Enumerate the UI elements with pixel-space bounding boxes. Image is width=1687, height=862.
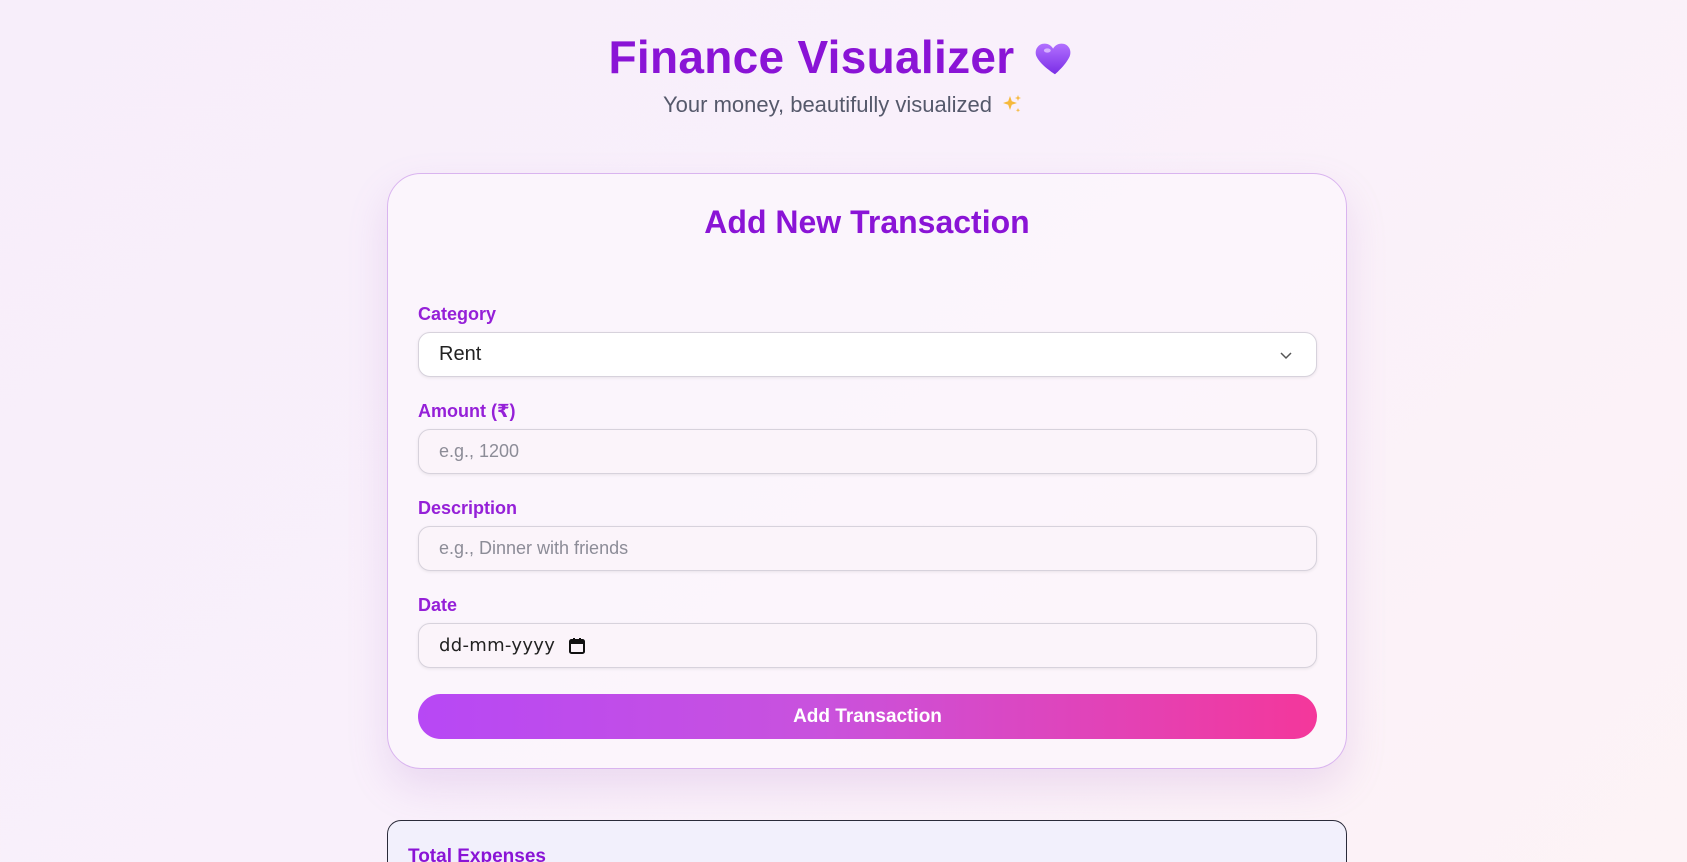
date-label: Date: [418, 595, 458, 615]
page-header: Finance Visualizer Your money, beautiful…: [0, 30, 1687, 120]
category-label: Category: [418, 304, 497, 324]
app-title: Finance Visualizer: [608, 31, 1015, 83]
sparkles-icon: [1002, 95, 1021, 113]
category-value: Rent: [439, 343, 482, 365]
description-input[interactable]: e.g., Dinner with friends: [418, 526, 1317, 571]
category-select[interactable]: Rent: [418, 332, 1317, 377]
calendar-icon[interactable]: [567, 636, 587, 656]
add-transaction-button[interactable]: Add Transaction: [418, 694, 1317, 739]
add-transaction-card: Add New Transaction Category Rent Amount…: [387, 173, 1347, 769]
app-subtitle: Your money, beautifully visualized: [663, 92, 992, 117]
app-subtitle-row: Your money, beautifully visualized: [663, 90, 1024, 120]
amount-label: Amount (₹): [418, 401, 516, 421]
description-label: Description: [418, 498, 518, 518]
form-title: Add New Transaction: [704, 204, 1030, 240]
amount-input[interactable]: e.g., 1200: [418, 429, 1317, 474]
purple-heart-icon: [1036, 43, 1071, 75]
date-input[interactable]: dd-mm-yyyy: [418, 623, 1317, 668]
chevron-down-icon: [1280, 352, 1292, 360]
total-expenses-title: Total Expenses: [408, 846, 546, 862]
amount-placeholder: e.g., 1200: [439, 441, 520, 461]
description-placeholder: e.g., Dinner with friends: [439, 538, 629, 558]
total-expenses-card: Total Expenses: [387, 820, 1347, 862]
date-placeholder: dd-mm-yyyy: [439, 635, 556, 656]
app-title-row: Finance Visualizer: [609, 30, 1079, 84]
